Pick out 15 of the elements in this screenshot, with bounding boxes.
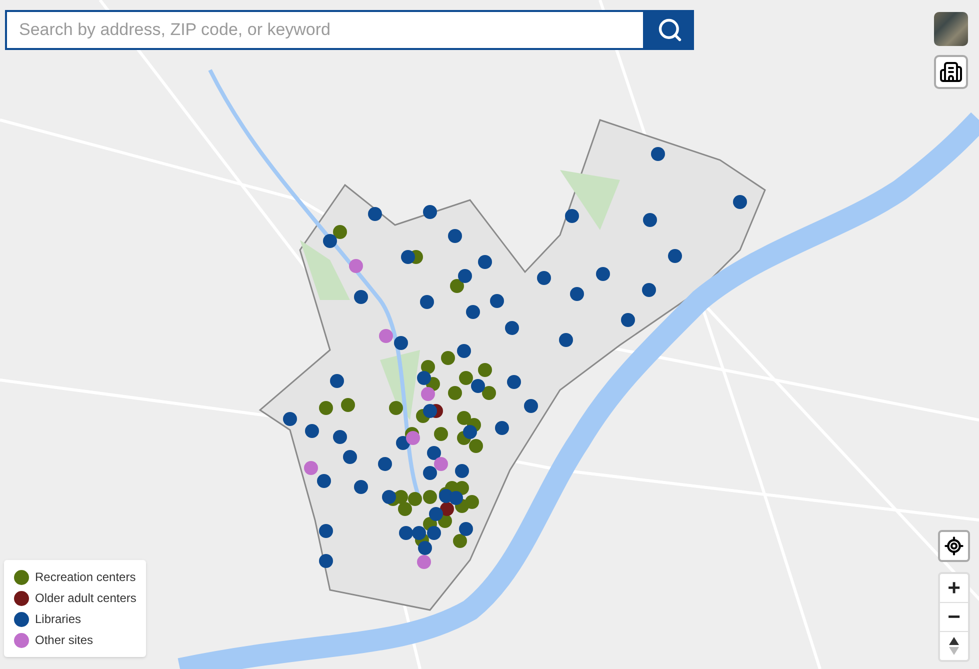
legend-label: Older adult centers: [35, 590, 136, 607]
zoom-out-button[interactable]: −: [940, 603, 968, 632]
zoom-in-button[interactable]: +: [940, 574, 968, 603]
search-button[interactable]: [645, 10, 694, 50]
search-field[interactable]: Search by address, ZIP code, or keyword: [5, 10, 645, 50]
legend-label: Libraries: [35, 611, 82, 628]
buildings-view-button[interactable]: [934, 55, 968, 89]
search-icon: [656, 17, 682, 43]
compass-icon: [949, 637, 959, 655]
building-icon: [939, 60, 963, 84]
legend-label: Other sites: [35, 632, 94, 649]
satellite-view-button[interactable]: [934, 12, 968, 46]
locate-button[interactable]: [938, 530, 970, 562]
locate-icon: [944, 536, 964, 556]
legend-label: Recreation centers: [35, 569, 136, 586]
